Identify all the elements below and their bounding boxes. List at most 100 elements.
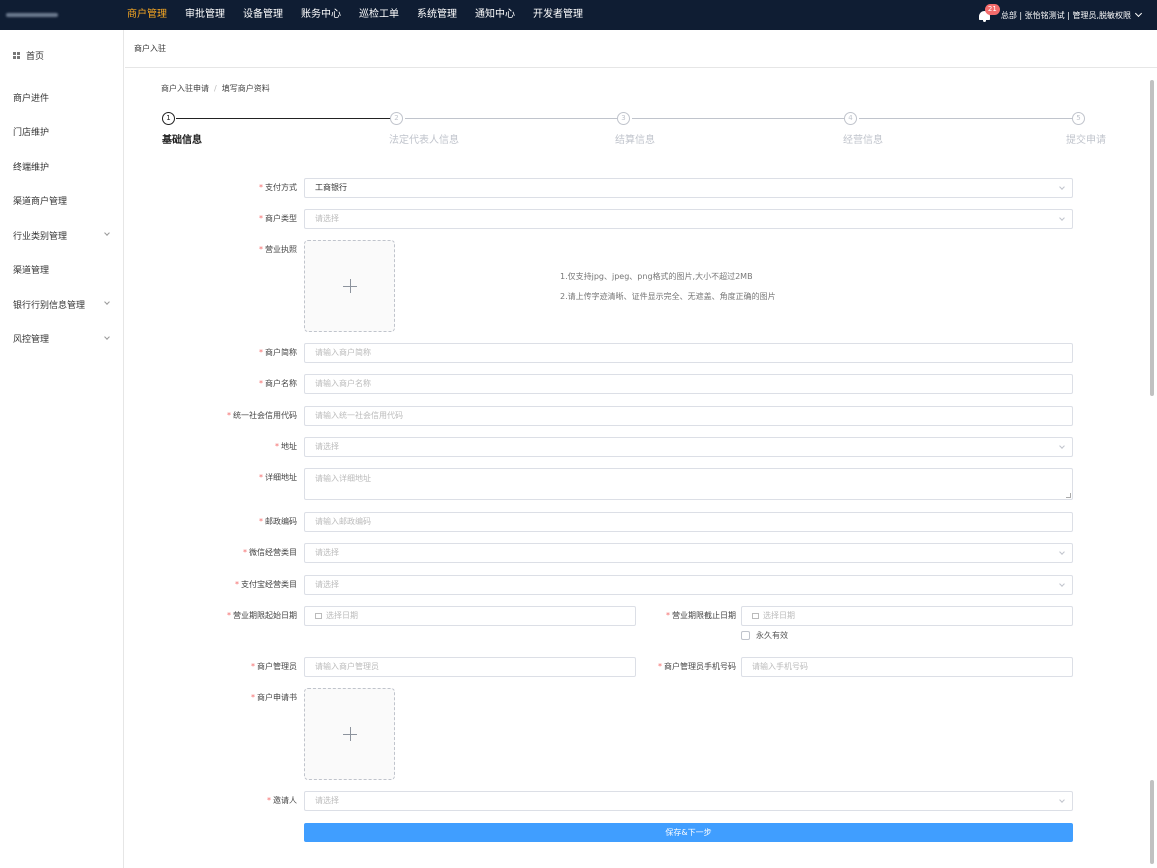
sidebar-item-risk-control[interactable]: 风控管理 (0, 322, 123, 357)
field-label: * 微信经营类目 (243, 547, 297, 558)
scrollbar-thumb[interactable] (1150, 80, 1154, 396)
breadcrumb: 商户入驻申请 / 填写商户资料 (161, 83, 270, 94)
nav-inspection-orders[interactable]: 巡检工单 (350, 0, 408, 30)
field-label-text: 邮政编码 (265, 517, 297, 526)
step-label: 法定代表人信息 (389, 135, 459, 146)
admin-phone-input[interactable]: 请输入手机号码 (741, 657, 1073, 677)
select-placeholder: 请选择 (315, 442, 339, 451)
end-date-picker[interactable]: 选择日期 (741, 606, 1073, 626)
chevron-down-icon (1134, 9, 1143, 17)
application-upload[interactable] (304, 688, 395, 780)
merchant-type-select[interactable]: 请选择 (304, 209, 1073, 229)
form-row-pay-method: * 支付方式 (125, 178, 297, 198)
chevron-down-icon (104, 299, 110, 305)
sidebar-item-terminal-maintenance[interactable]: 终端维护 (0, 149, 123, 184)
sidebar-item-label: 银行行别信息管理 (13, 300, 86, 311)
select-placeholder: 请选择 (315, 580, 339, 589)
sidebar-item-industry-category[interactable]: 行业类别管理 (0, 218, 123, 253)
field-label: * 营业执照 (259, 244, 297, 255)
textarea-placeholder: 请输入详细地址 (315, 474, 371, 483)
nav-device-management[interactable]: 设备管理 (234, 0, 292, 30)
field-label-text: 商户名称 (265, 379, 297, 388)
sidebar-item-home[interactable]: 首页 (0, 30, 123, 80)
bell-icon[interactable]: 21 (977, 4, 1000, 23)
field-label-text: 支付方式 (265, 183, 297, 192)
step-label: 经营信息 (843, 135, 883, 146)
step-submit: 5 提交申请 (1066, 112, 1106, 146)
required-mark: * (251, 693, 255, 702)
save-next-button[interactable]: 保存&下一步 (304, 823, 1073, 842)
required-mark: * (259, 245, 263, 254)
top-nav: 商户管理 审批管理 设备管理 账务中心 巡检工单 系统管理 通知中心 开发者管理 (118, 0, 592, 30)
field-label-text: 支付宝经营类目 (241, 580, 297, 589)
address-select[interactable]: 请选择 (304, 437, 1073, 457)
step-number: 3 (617, 112, 630, 125)
credit-code-input[interactable]: 请输入统一社会信用代码 (304, 406, 1073, 426)
topbar-right: 21 总部 | 张怡铭测试 | 管理员,脱敏权限 (977, 0, 1143, 30)
sidebar-item-label: 风控管理 (13, 335, 50, 346)
chevron-down-icon (1059, 797, 1065, 803)
scrollbar[interactable] (1150, 70, 1155, 866)
field-label: * 详细地址 (259, 472, 297, 483)
select-value: 工商银行 (315, 183, 347, 192)
form-row-application: * 商户申请书 (125, 688, 297, 708)
form-row-credit-code: * 统一社会信用代码 (125, 406, 297, 426)
main-content: 商户入驻申请 / 填写商户资料 1 基础信息 2 法定代表人信息 3 结算信息 4 … (125, 68, 1150, 868)
wechat-category-select[interactable]: 请选择 (304, 543, 1073, 563)
sidebar-item-merchant-onboarding[interactable]: 商户进件 (0, 80, 123, 115)
field-label: * 地址 (275, 441, 297, 452)
form-row-license: * 营业执照 (125, 240, 297, 260)
step-number: 5 (1072, 112, 1085, 125)
plus-icon (350, 727, 351, 741)
inviter-select[interactable]: 请选择 (304, 791, 1073, 811)
form-row-admin-phone: * 商户管理员手机号码 (125, 657, 736, 677)
nav-merchant-management[interactable]: 商户管理 (118, 0, 176, 30)
full-name-input[interactable]: 请输入商户名称 (304, 374, 1073, 394)
steps: 1 基础信息 2 法定代表人信息 3 结算信息 4 经营信息 5 提交申请 (161, 112, 1111, 152)
checkbox-box[interactable] (741, 631, 750, 640)
form-row-end-date: * 营业期限截止日期 (125, 606, 736, 626)
field-label: * 商户名称 (259, 378, 297, 389)
notification-badge: 21 (984, 4, 1000, 15)
sidebar-item-store-maintenance[interactable]: 门店维护 (0, 115, 123, 150)
input-placeholder: 请输入商户简称 (315, 348, 371, 357)
field-label-text: 商户申请书 (257, 693, 297, 702)
sidebar-item-bank-info[interactable]: 银行行别信息管理 (0, 287, 123, 322)
tab-bar: 商户入驻 (125, 30, 1157, 68)
license-upload[interactable] (304, 240, 395, 332)
detail-address-textarea[interactable]: 请输入详细地址 (304, 468, 1073, 500)
step-legal-rep: 2 法定代表人信息 (389, 112, 459, 146)
resize-handle-icon[interactable] (1066, 493, 1071, 498)
short-name-input[interactable]: 请输入商户简称 (304, 343, 1073, 363)
sidebar-item-label: 首页 (26, 51, 45, 62)
field-label-text: 营业期限截止日期 (672, 611, 736, 620)
postcode-input[interactable]: 请输入邮政编码 (304, 512, 1073, 532)
permanent-checkbox[interactable]: 永久有效 (741, 630, 788, 641)
pay-method-select[interactable]: 工商银行 (304, 178, 1073, 198)
sidebar-item-channel-management[interactable]: 渠道管理 (0, 253, 123, 288)
nav-notification-center[interactable]: 通知中心 (466, 0, 524, 30)
select-placeholder: 请选择 (315, 214, 339, 223)
user-menu[interactable]: 总部 | 张怡铭测试 | 管理员,脱敏权限 (1001, 9, 1143, 21)
nav-approval-management[interactable]: 审批管理 (176, 0, 234, 30)
chevron-down-icon (1059, 549, 1065, 555)
sidebar: 首页 商户进件 门店维护 终端维护 渠道商户管理 行业类别管理 渠道管理 银行行… (0, 30, 124, 868)
nav-developer-management[interactable]: 开发者管理 (524, 0, 592, 30)
nav-accounting-center[interactable]: 账务中心 (292, 0, 350, 30)
required-mark: * (259, 214, 263, 223)
required-mark: * (259, 473, 263, 482)
alipay-category-select[interactable]: 请选择 (304, 575, 1073, 595)
chevron-down-icon (104, 230, 110, 236)
chevron-down-icon (104, 333, 110, 340)
sidebar-item-channel-merchant[interactable]: 渠道商户管理 (0, 184, 123, 219)
input-placeholder: 请输入商户名称 (315, 379, 371, 388)
sidebar-item-label: 商户进件 (13, 93, 50, 104)
breadcrumb-item[interactable]: 商户入驻申请 (161, 84, 209, 93)
required-mark: * (259, 517, 263, 526)
date-placeholder: 选择日期 (763, 611, 795, 620)
required-mark: * (259, 183, 263, 192)
field-label: * 邮政编码 (259, 516, 297, 527)
nav-system-management[interactable]: 系统管理 (408, 0, 466, 30)
tab-merchant-onboarding[interactable]: 商户入驻 (134, 43, 166, 54)
scrollbar-thumb[interactable] (1150, 780, 1154, 864)
